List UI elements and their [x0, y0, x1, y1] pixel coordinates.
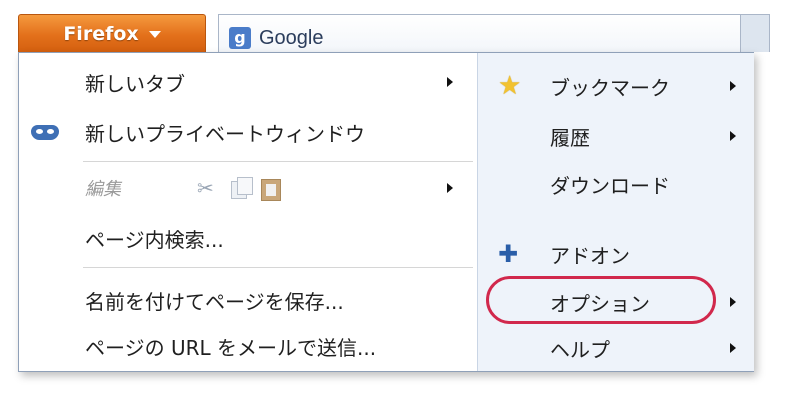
- menu-item-options[interactable]: オプション: [478, 281, 754, 323]
- menu-item-label: ページの URL をメールで送信...: [85, 335, 377, 360]
- menu-item-label: ヘルプ: [550, 337, 610, 362]
- menu-item-label: 新しいプライベートウィンドウ: [85, 121, 365, 146]
- menu-item-label: ページ内検索...: [85, 227, 224, 252]
- menu-item-label: ダウンロード: [550, 173, 670, 198]
- submenu-arrow-icon: [447, 77, 453, 87]
- menu-item-label: ブックマーク: [550, 75, 670, 100]
- menu-item-label: 編集: [85, 179, 121, 200]
- search-engine-label: Google: [259, 27, 324, 49]
- menu-item-history[interactable]: 履歴: [478, 115, 754, 157]
- google-search-icon: g: [229, 27, 251, 49]
- edit-icons-group: ✂: [197, 177, 281, 201]
- submenu-arrow-icon: [730, 131, 736, 141]
- chevron-down-icon: [148, 31, 161, 38]
- submenu-arrow-icon: [730, 343, 736, 353]
- search-bar[interactable]: g Google: [218, 14, 748, 52]
- firefox-menu-button[interactable]: Firefox: [18, 14, 206, 52]
- menu-item-label: 新しいタブ: [85, 71, 185, 96]
- submenu-arrow-icon: [447, 183, 453, 193]
- menu-item-email-link[interactable]: ページの URL をメールで送信...: [19, 325, 477, 367]
- menu-separator: [83, 161, 473, 162]
- menu-item-label: 履歴: [550, 125, 590, 150]
- paste-icon[interactable]: [261, 179, 281, 201]
- firefox-button-label: Firefox: [63, 22, 139, 45]
- menu-item-new-private-window[interactable]: 新しいプライベートウィンドウ: [19, 111, 477, 153]
- search-dropdown-button[interactable]: [740, 14, 770, 52]
- menu-item-addons[interactable]: ✚ アドオン: [478, 233, 754, 275]
- cut-icon[interactable]: ✂: [197, 177, 217, 199]
- copy-icon[interactable]: [231, 177, 253, 199]
- menu-item-downloads[interactable]: ダウンロード: [478, 163, 754, 205]
- menu-item-save-page-as[interactable]: 名前を付けてページを保存...: [19, 279, 477, 321]
- submenu-arrow-icon: [730, 297, 736, 307]
- menu-item-new-tab[interactable]: 新しいタブ: [19, 61, 477, 103]
- firefox-app-menu: 新しいタブ 新しいプライベートウィンドウ 編集 ✂ ページ内検索... 名前を付…: [18, 52, 754, 372]
- menu-item-label: オプション: [550, 291, 650, 316]
- menu-left-column: 新しいタブ 新しいプライベートウィンドウ 編集 ✂ ページ内検索... 名前を付…: [19, 53, 477, 371]
- menu-item-bookmarks[interactable]: ★ ブックマーク: [478, 65, 754, 107]
- menu-item-help[interactable]: ヘルプ: [478, 327, 754, 369]
- toolbar: Firefox g Google: [0, 0, 800, 52]
- star-icon: ★: [498, 71, 522, 101]
- menu-item-label: 名前を付けてページを保存...: [85, 289, 344, 314]
- menu-item-edit[interactable]: 編集 ✂: [19, 167, 477, 209]
- submenu-arrow-icon: [730, 81, 736, 91]
- menu-item-find-in-page[interactable]: ページ内検索...: [19, 217, 477, 259]
- private-mask-icon: [31, 125, 59, 140]
- puzzle-piece-icon: ✚: [498, 240, 519, 268]
- menu-separator: [83, 267, 473, 268]
- menu-right-column: ★ ブックマーク 履歴 ダウンロード ✚ アドオン オプション ヘルプ: [477, 53, 754, 371]
- menu-item-label: アドオン: [550, 243, 630, 268]
